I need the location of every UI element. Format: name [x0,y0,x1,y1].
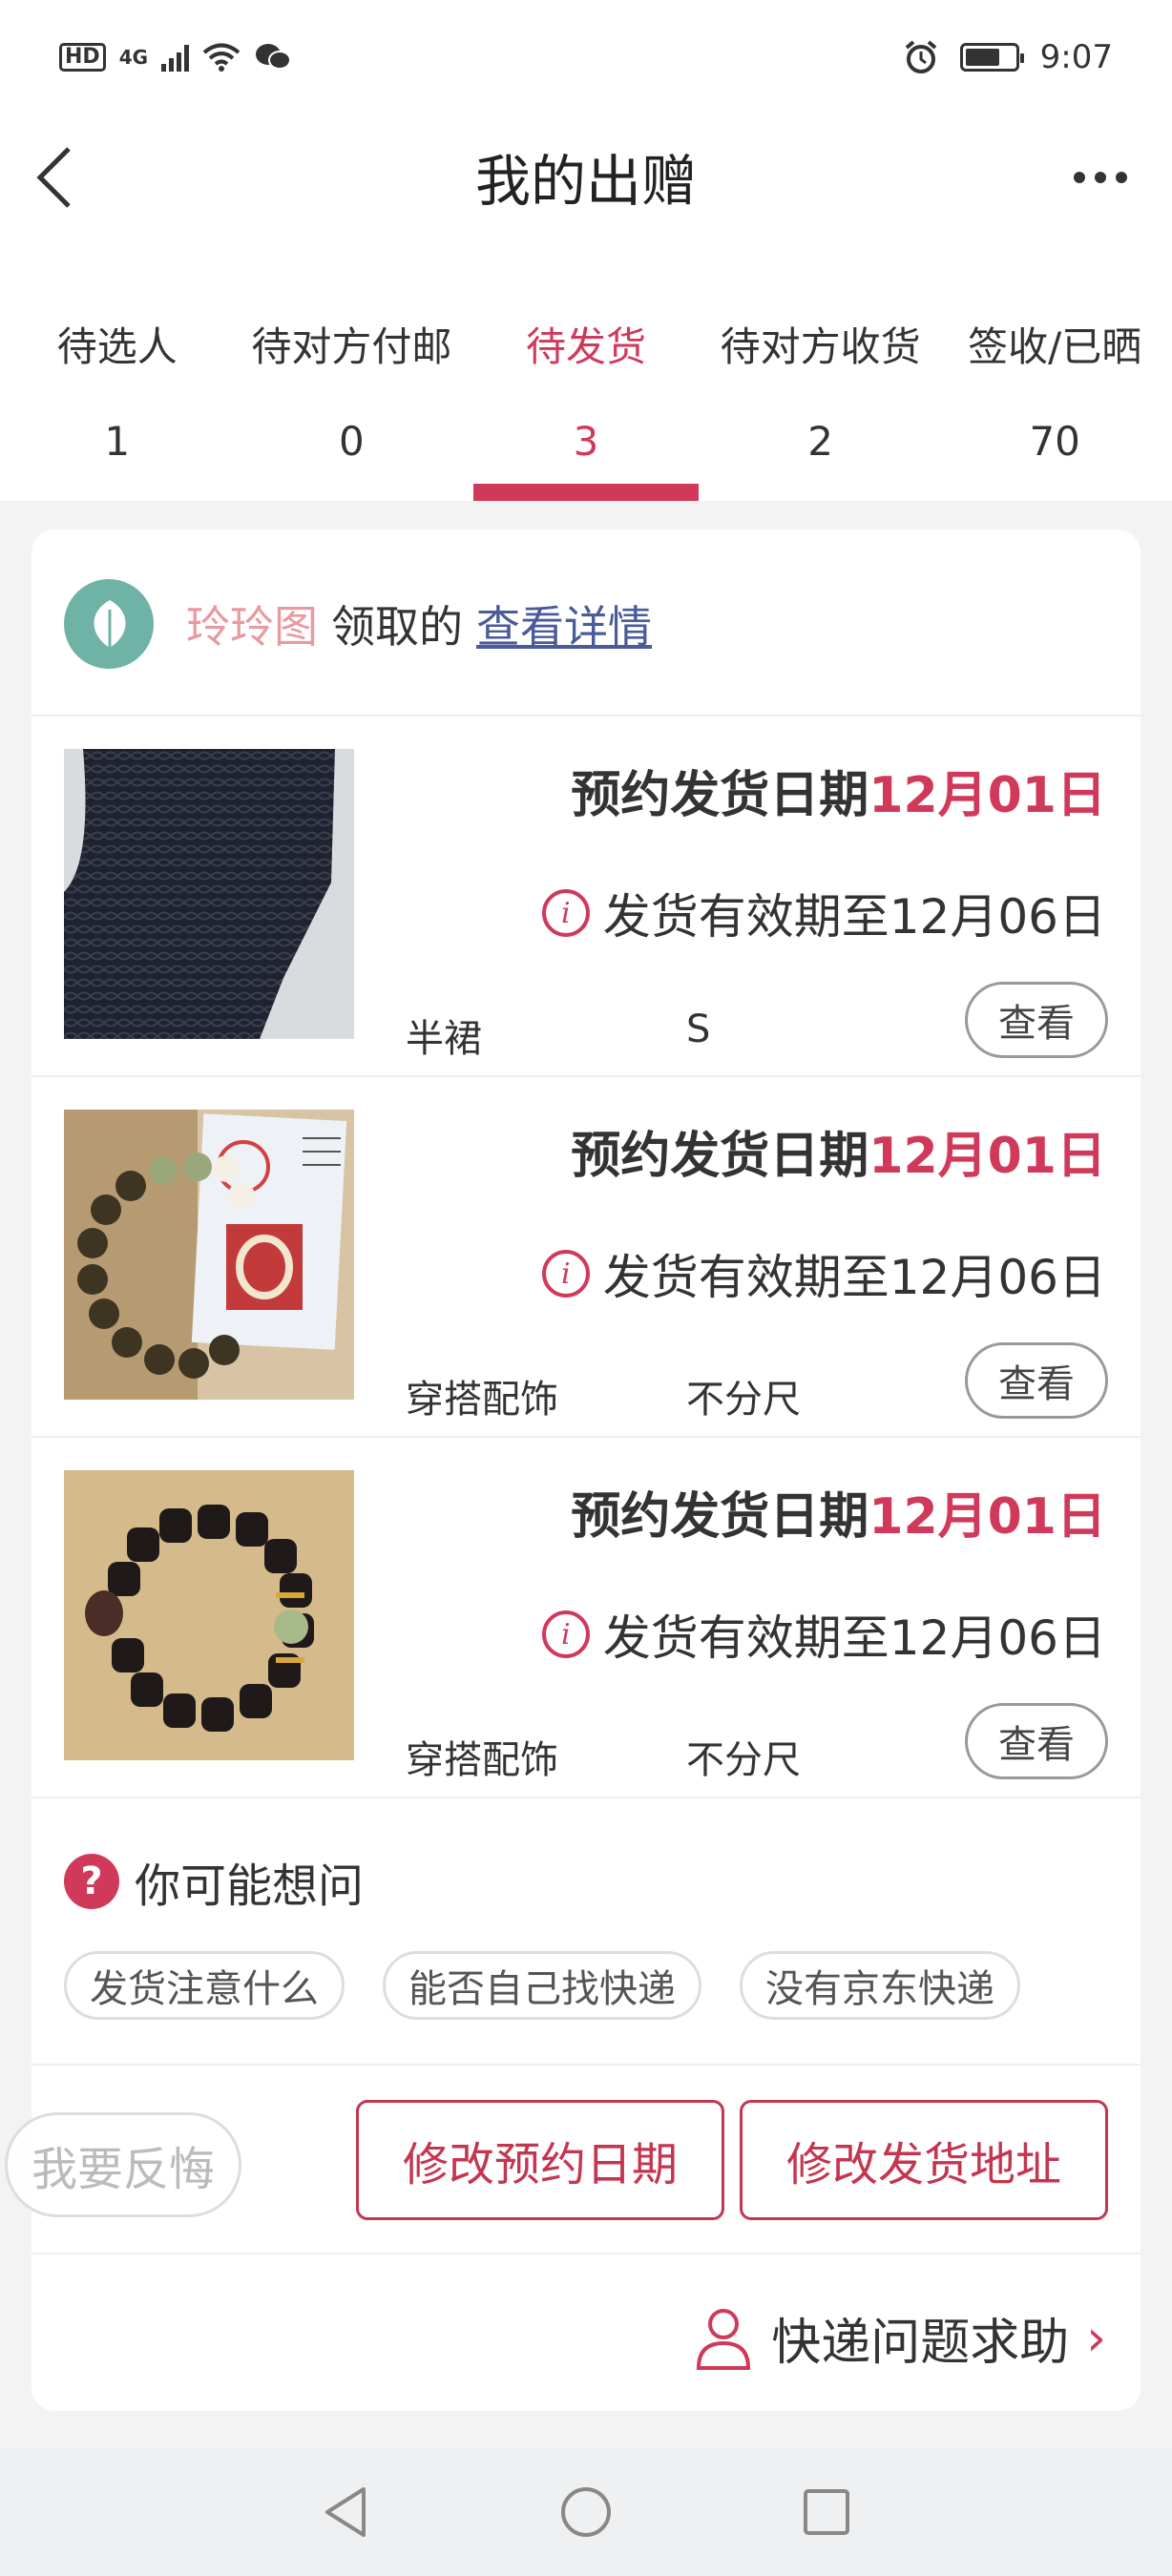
ship-deadline: i 发货有效期至12月06日 [541,879,1106,947]
ship-date-value: 12月01日 [869,1488,1106,1546]
tab-pending-shipment[interactable]: 待发货 3 [469,239,703,501]
tab-label: 待选人 [56,323,178,370]
hd-indicator: HD [59,43,106,72]
tab-label: 待对方付邮 [251,323,452,370]
card-header: 玲玲图 领取的 查看详情 [31,530,1141,717]
wifi-icon [202,43,241,72]
app-header: 我的出赠 [0,114,1172,239]
tab-label: 待对方收货 [720,323,921,370]
tab-label: 签收/已晒 [968,323,1142,370]
courier-help-label: 快递问题求助 [771,2315,1070,2372]
signal-icon [161,43,190,72]
circle-home-icon [561,2487,611,2537]
square-recents-icon [804,2489,849,2535]
ship-date-label: 预约发货日期 [571,1488,869,1546]
person-icon [697,2308,751,2370]
regret-button[interactable]: 我要反悔 [5,2112,241,2217]
faq-chip[interactable]: 能否自己找快递 [383,1951,701,2020]
more-button[interactable] [1067,158,1134,197]
nav-home-button[interactable] [557,2483,615,2541]
chevron-left-icon [36,147,71,208]
triangle-back-icon [325,2487,366,2537]
tab-count: 1 [104,418,131,465]
ship-deadline-text: 发货有效期至12月06日 [602,889,1106,945]
chevron-right-icon: › [1086,2309,1106,2367]
question-icon: ? [64,1854,119,1909]
change-scheduled-date-button[interactable]: 修改预约日期 [356,2100,724,2220]
status-bar: HD 4G 9:07 [0,0,1172,114]
ship-date-label: 预约发货日期 [571,767,869,824]
product-image-bracelet[interactable] [64,1110,354,1400]
order-item: 预约发货日期12月01日 i 发货有效期至12月06日 穿搭配饰 不分尺 查看 [31,1438,1141,1798]
recipient-name[interactable]: 玲玲图 [186,601,318,653]
info-icon: i [541,889,590,937]
leaf-icon [94,600,126,648]
ship-deadline: i 发货有效期至12月06日 [541,1239,1106,1308]
scheduled-ship-date: 预约发货日期12月01日 [571,1476,1106,1548]
tab-count: 2 [807,418,833,465]
scheduled-ship-date: 预约发货日期12月01日 [571,755,1106,826]
claim-label: 领取的 [331,601,463,653]
item-size: 不分尺 [686,1738,801,1782]
order-item: 预约发货日期12月01日 i 发货有效期至12月06日 半裙 S 查看 [31,717,1141,1077]
ship-date-label: 预约发货日期 [571,1128,869,1185]
item-size: 不分尺 [686,1378,801,1422]
view-item-button[interactable]: 查看 [965,1342,1108,1419]
nav-back-button[interactable] [317,2483,374,2541]
status-tabs: 待选人 1 待对方付邮 0 待发货 3 待对方收货 2 签收/已晒 70 [0,239,1172,501]
battery-icon [959,43,1024,72]
ship-date-value: 12月01日 [869,1128,1106,1185]
avatar[interactable] [64,579,154,669]
faq-chip[interactable]: 没有京东快递 [740,1951,1020,2020]
tab-pending-receipt[interactable]: 待对方收货 2 [703,239,938,501]
tab-count: 0 [339,418,365,465]
dot-icon [1095,172,1106,183]
network-type: 4G [118,46,149,69]
faq-chip[interactable]: 发货注意什么 [64,1951,345,2020]
dot-icon [1116,172,1127,183]
tab-label: 待发货 [525,323,646,370]
ship-deadline-text: 发货有效期至12月06日 [602,1610,1106,1666]
view-item-button[interactable]: 查看 [965,1703,1108,1779]
active-tab-indicator [472,484,699,501]
tab-pending-select[interactable]: 待选人 1 [0,239,235,501]
product-image-skirt[interactable] [64,749,354,1039]
info-icon: i [541,1250,590,1298]
system-nav-bar [0,2448,1172,2576]
back-button[interactable] [23,139,99,216]
tab-count: 70 [1029,418,1080,465]
dot-icon [1074,172,1085,183]
order-item: 预约发货日期12月01日 i 发货有效期至12月06日 穿搭配饰 不分尺 查看 [31,1077,1141,1438]
nav-recents-button[interactable] [798,2483,855,2541]
wechat-icon [256,44,292,70]
tab-signed-shared[interactable]: 签收/已晒 70 [937,239,1172,501]
item-category: 半裙 [406,1017,482,1061]
view-details-link[interactable]: 查看详情 [476,601,652,653]
courier-help-section: 快递问题求助 › [31,2254,1141,2405]
ship-deadline: i 发货有效期至12月06日 [541,1600,1106,1669]
change-shipping-address-button[interactable]: 修改发货地址 [740,2100,1108,2220]
alarm-icon [905,40,936,73]
view-item-button[interactable]: 查看 [965,982,1108,1058]
faq-section: ? 你可能想问 发货注意什么 能否自己找快递 没有京东快递 [31,1798,1141,2066]
ship-deadline-text: 发货有效期至12月06日 [602,1250,1106,1305]
ship-date-value: 12月01日 [869,767,1106,824]
faq-title: 你可能想问 [135,1859,365,1913]
page-title: 我的出赠 [474,149,697,214]
courier-help-link[interactable]: 快递问题求助 › [693,2302,1106,2374]
info-icon: i [541,1610,590,1658]
product-image-bead-bracelet[interactable] [64,1470,354,1760]
tab-pending-postage[interactable]: 待对方付邮 0 [235,239,470,501]
item-category: 穿搭配饰 [406,1738,558,1782]
clock: 9:07 [1039,38,1113,76]
item-category: 穿搭配饰 [406,1378,558,1422]
scheduled-ship-date: 预约发货日期12月01日 [571,1115,1106,1187]
item-size: S [686,1008,711,1051]
tab-count: 3 [573,418,599,465]
